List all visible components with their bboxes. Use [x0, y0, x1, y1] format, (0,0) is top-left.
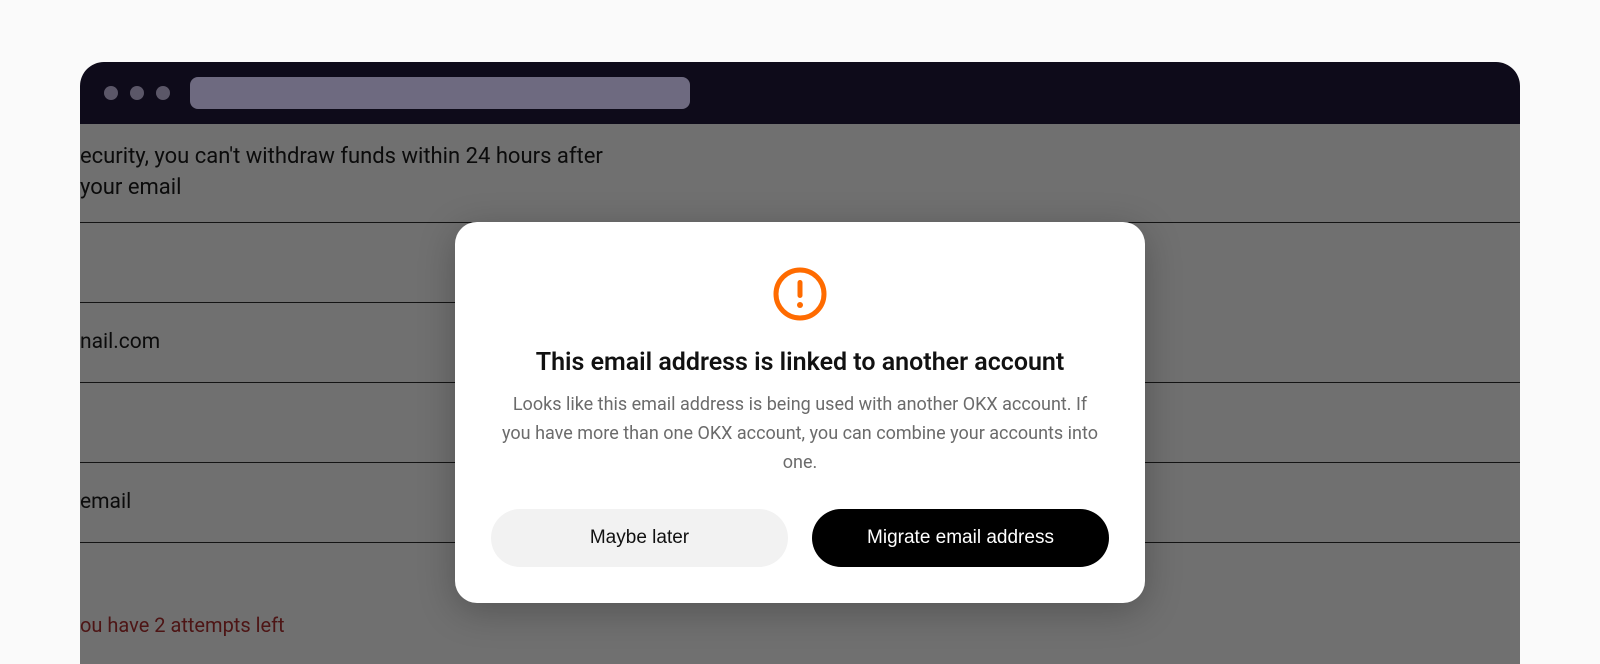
modal-description: Looks like this email address is being u… [491, 391, 1109, 477]
email-linked-modal: This email address is linked to another … [455, 222, 1145, 603]
warning-icon [491, 266, 1109, 322]
traffic-light-minimize[interactable] [130, 86, 144, 100]
browser-chrome [80, 62, 1520, 124]
traffic-light-close[interactable] [104, 86, 118, 100]
outer-frame: ecurity, you can't withdraw funds within… [20, 0, 1580, 664]
traffic-light-maximize[interactable] [156, 86, 170, 100]
modal-title: This email address is linked to another … [491, 348, 1109, 377]
url-bar[interactable] [190, 77, 690, 109]
maybe-later-button[interactable]: Maybe later [491, 509, 788, 567]
modal-buttons: Maybe later Migrate email address [491, 509, 1109, 567]
migrate-email-button[interactable]: Migrate email address [812, 509, 1109, 567]
traffic-lights [104, 86, 170, 100]
